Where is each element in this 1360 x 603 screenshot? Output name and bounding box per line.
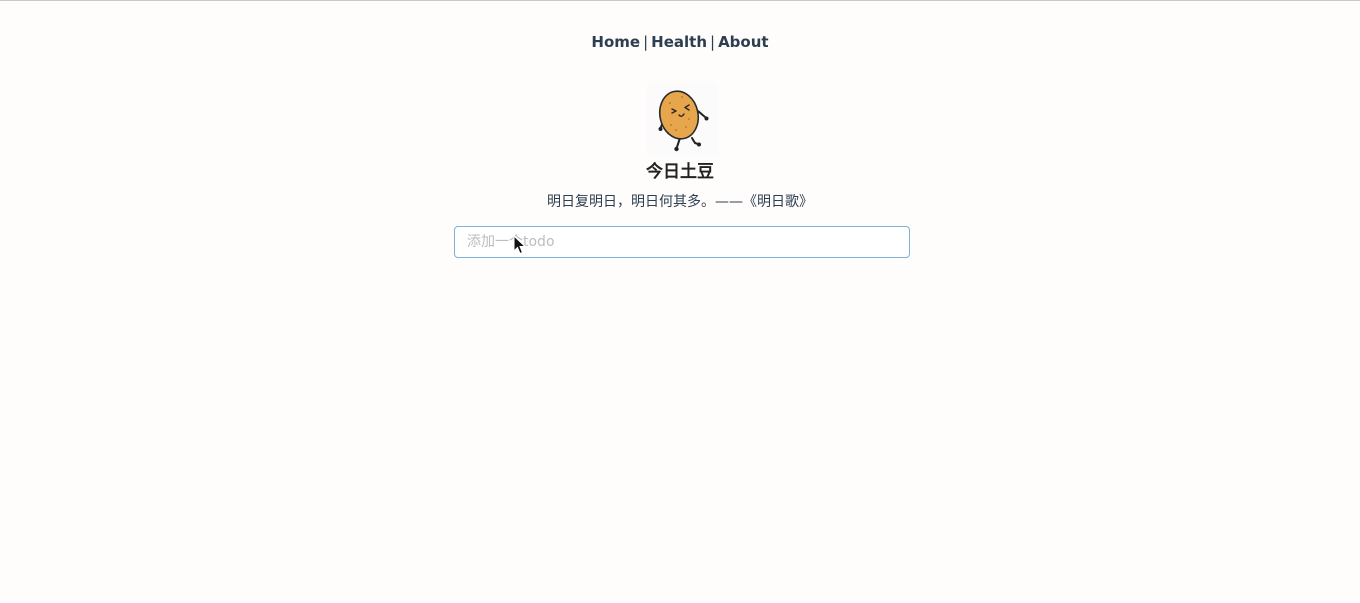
nav-home-link[interactable]: Home	[591, 33, 640, 51]
nav-about-link[interactable]: About	[718, 33, 769, 51]
daily-quote: 明日复明日，明日何其多。——《明日歌》	[547, 194, 813, 210]
page-title: 今日土豆	[646, 162, 714, 182]
top-border	[0, 0, 1360, 1]
mouse-cursor-icon	[513, 234, 527, 255]
nav-separator: |	[643, 33, 649, 51]
nav-separator: |	[710, 33, 716, 51]
top-nav: Home | Health | About	[0, 32, 1360, 52]
nav-health-link[interactable]: Health	[651, 33, 707, 51]
potato-mascot-icon	[647, 83, 718, 155]
